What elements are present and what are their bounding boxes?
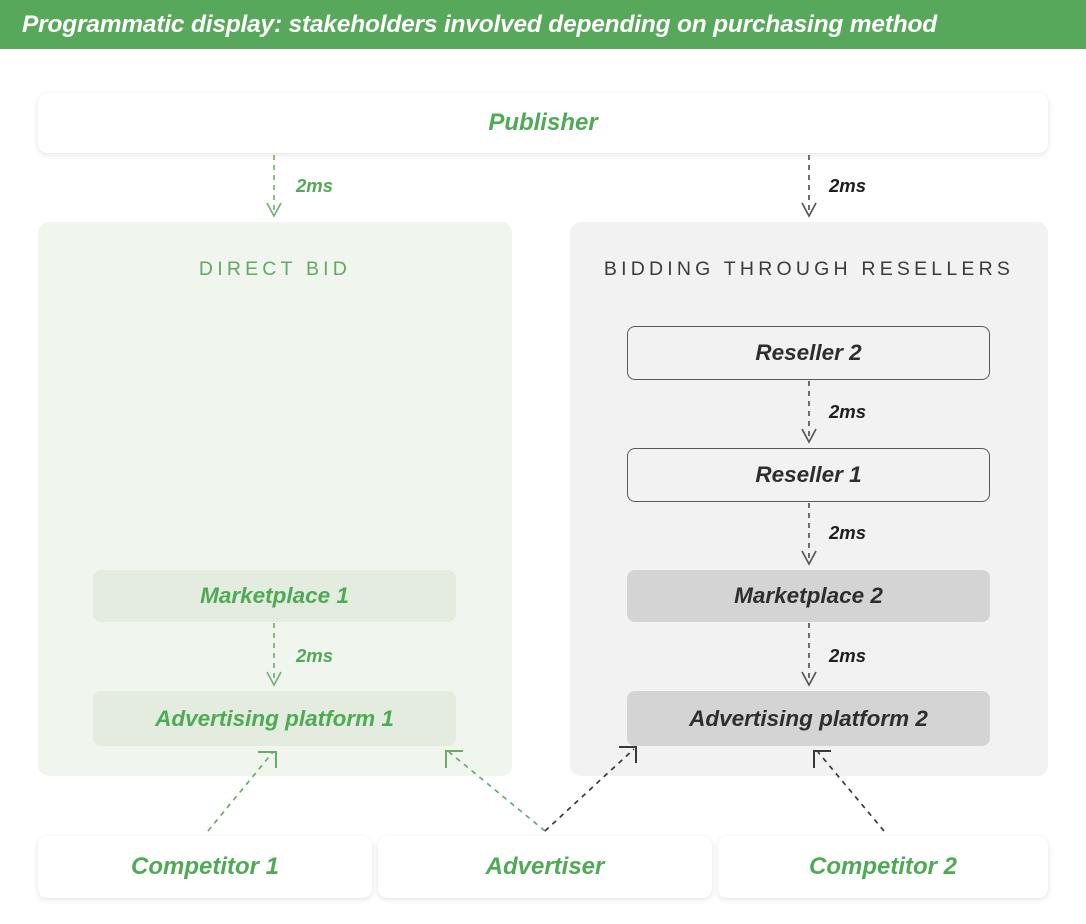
node-advertising-platform-1[interactable]: Advertising platform 1 [93, 691, 456, 746]
node-reseller-1-label: Reseller 1 [755, 462, 861, 488]
node-marketplace-2[interactable]: Marketplace 2 [627, 570, 990, 622]
node-publisher-label: Publisher [488, 109, 597, 137]
latency-reseller2-to-reseller1: 2ms [829, 401, 866, 423]
latency-publisher-to-direct-bid: 2ms [296, 175, 333, 197]
node-advertiser-label: Advertiser [486, 853, 605, 881]
node-marketplace-1-label: Marketplace 1 [200, 583, 349, 609]
node-competitor-2[interactable]: Competitor 2 [718, 836, 1048, 898]
node-reseller-1[interactable]: Reseller 1 [627, 448, 990, 502]
node-advertiser[interactable]: Advertiser [378, 836, 712, 898]
latency-marketplace1-to-adplatform1: 2ms [296, 645, 333, 667]
node-competitor-1[interactable]: Competitor 1 [38, 836, 372, 898]
node-publisher[interactable]: Publisher [38, 93, 1048, 153]
node-competitor-1-label: Competitor 1 [131, 853, 279, 881]
node-advertising-platform-1-label: Advertising platform 1 [155, 706, 394, 732]
node-reseller-2[interactable]: Reseller 2 [627, 326, 990, 380]
node-reseller-2-label: Reseller 2 [755, 340, 861, 366]
panel-bidding-through-resellers-title: BIDDING THROUGH RESELLERS [570, 258, 1048, 281]
diagram-canvas: Publisher 2ms 2ms DIRECT BID Marketplace… [0, 49, 1086, 924]
arrow-publisher-to-resellers [802, 155, 816, 216]
node-advertising-platform-2[interactable]: Advertising platform 2 [627, 691, 990, 746]
node-advertising-platform-2-label: Advertising platform 2 [689, 706, 928, 732]
node-marketplace-1[interactable]: Marketplace 1 [93, 570, 456, 622]
latency-publisher-to-resellers: 2ms [829, 175, 866, 197]
latency-marketplace2-to-adplatform2: 2ms [829, 645, 866, 667]
header-bar: Programmatic display: stakeholders invol… [0, 0, 1086, 49]
page-title: Programmatic display: stakeholders invol… [22, 11, 937, 39]
node-competitor-2-label: Competitor 2 [809, 853, 957, 881]
arrow-publisher-to-direct-bid [267, 155, 281, 216]
latency-reseller1-to-marketplace2: 2ms [829, 522, 866, 544]
node-marketplace-2-label: Marketplace 2 [734, 583, 883, 609]
panel-direct-bid-title: DIRECT BID [38, 258, 512, 281]
